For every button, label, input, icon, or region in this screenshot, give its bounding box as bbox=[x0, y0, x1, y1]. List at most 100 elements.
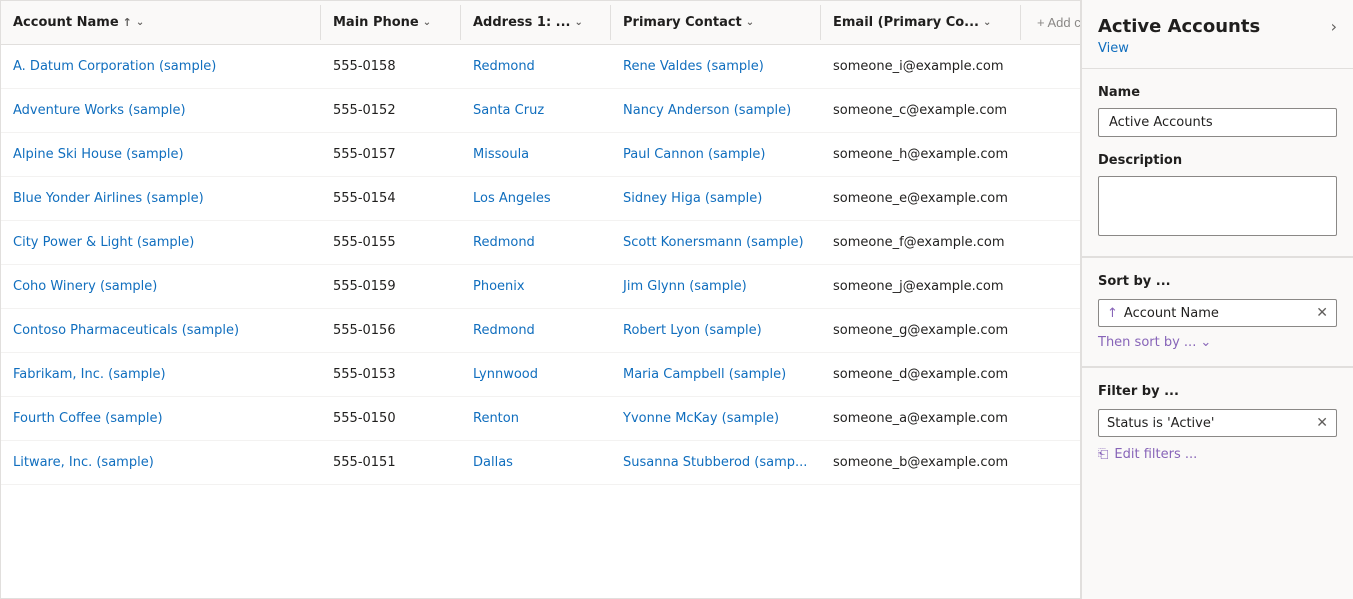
cell-email: someone_h@example.com bbox=[821, 137, 1021, 172]
col-dropdown-icon-primary-contact[interactable]: ⌄ bbox=[746, 17, 754, 28]
cell-primary-contact[interactable]: Maria Campbell (sample) bbox=[611, 357, 821, 392]
table-body: A. Datum Corporation (sample) 555-0158 R… bbox=[1, 45, 1080, 598]
add-column-button[interactable]: + Add column bbox=[1021, 5, 1081, 40]
col-label-account-name: Account Name bbox=[13, 15, 119, 30]
col-header-email[interactable]: Email (Primary Co... ⌄ bbox=[821, 5, 1021, 40]
cell-account-name[interactable]: Fabrikam, Inc. (sample) bbox=[1, 357, 321, 392]
edit-filters-button[interactable]: ⎗ Edit filters ... bbox=[1098, 447, 1197, 462]
table-row: Fabrikam, Inc. (sample) 555-0153 Lynnwoo… bbox=[1, 353, 1080, 397]
cell-main-phone: 555-0159 bbox=[321, 269, 461, 304]
cell-email: someone_e@example.com bbox=[821, 181, 1021, 216]
cell-address[interactable]: Missoula bbox=[461, 137, 611, 172]
panel-description-label: Description bbox=[1098, 153, 1337, 168]
table-row: A. Datum Corporation (sample) 555-0158 R… bbox=[1, 45, 1080, 89]
cell-primary-contact[interactable]: Rene Valdes (sample) bbox=[611, 49, 821, 84]
cell-account-name[interactable]: Litware, Inc. (sample) bbox=[1, 445, 321, 480]
cell-main-phone: 555-0153 bbox=[321, 357, 461, 392]
cell-account-name[interactable]: Blue Yonder Airlines (sample) bbox=[1, 181, 321, 216]
then-sort-label: Then sort by ... bbox=[1098, 335, 1196, 350]
filter-tag-close-button[interactable]: ✕ bbox=[1316, 415, 1328, 431]
cell-email: someone_b@example.com bbox=[821, 445, 1021, 480]
panel-chevron-icon[interactable]: › bbox=[1331, 17, 1337, 36]
cell-email: someone_c@example.com bbox=[821, 93, 1021, 128]
cell-address[interactable]: Redmond bbox=[461, 49, 611, 84]
table-row: Blue Yonder Airlines (sample) 555-0154 L… bbox=[1, 177, 1080, 221]
filter-section: Filter by ... Status is 'Active' ✕ ⎗ Edi… bbox=[1082, 367, 1353, 478]
panel-name-section: Name bbox=[1082, 69, 1353, 153]
funnel-icon: ⎗ bbox=[1098, 447, 1108, 462]
sort-asc-icon: ↑ bbox=[123, 16, 132, 29]
cell-primary-contact[interactable]: Paul Cannon (sample) bbox=[611, 137, 821, 172]
cell-main-phone: 555-0152 bbox=[321, 93, 461, 128]
cell-primary-contact[interactable]: Scott Konersmann (sample) bbox=[611, 225, 821, 260]
edit-filters-label: Edit filters ... bbox=[1114, 447, 1197, 462]
cell-account-name[interactable]: A. Datum Corporation (sample) bbox=[1, 49, 321, 84]
cell-account-name[interactable]: Contoso Pharmaceuticals (sample) bbox=[1, 313, 321, 348]
col-dropdown-icon-main-phone[interactable]: ⌄ bbox=[423, 17, 431, 28]
panel-name-input[interactable] bbox=[1098, 108, 1337, 137]
table-header: Account Name ↑ ⌄ Main Phone ⌄ Address 1:… bbox=[1, 1, 1080, 45]
cell-account-name[interactable]: Fourth Coffee (sample) bbox=[1, 401, 321, 436]
cell-primary-contact[interactable]: Sidney Higa (sample) bbox=[611, 181, 821, 216]
cell-main-phone: 555-0157 bbox=[321, 137, 461, 172]
cell-account-name[interactable]: City Power & Light (sample) bbox=[1, 225, 321, 260]
col-header-account-name[interactable]: Account Name ↑ ⌄ bbox=[1, 5, 321, 40]
cell-address[interactable]: Lynnwood bbox=[461, 357, 611, 392]
right-panel: Active Accounts › View Name Description … bbox=[1081, 0, 1353, 599]
cell-main-phone: 555-0151 bbox=[321, 445, 461, 480]
panel-description-textarea[interactable] bbox=[1098, 176, 1337, 236]
cell-main-phone: 555-0158 bbox=[321, 49, 461, 84]
cell-primary-contact[interactable]: Yvonne McKay (sample) bbox=[611, 401, 821, 436]
cell-account-name[interactable]: Alpine Ski House (sample) bbox=[1, 137, 321, 172]
sort-tag[interactable]: ↑ Account Name ✕ bbox=[1098, 299, 1337, 327]
table-row: City Power & Light (sample) 555-0155 Red… bbox=[1, 221, 1080, 265]
col-dropdown-icon-email[interactable]: ⌄ bbox=[983, 17, 991, 28]
cell-email: someone_d@example.com bbox=[821, 357, 1021, 392]
table-row: Adventure Works (sample) 555-0152 Santa … bbox=[1, 89, 1080, 133]
sort-section: Sort by ... ↑ Account Name ✕ Then sort b… bbox=[1082, 257, 1353, 366]
panel-view-link[interactable]: View bbox=[1082, 41, 1353, 68]
sort-asc-tag-icon: ↑ bbox=[1107, 306, 1118, 321]
cell-address[interactable]: Phoenix bbox=[461, 269, 611, 304]
col-label-address: Address 1: ... bbox=[473, 15, 571, 30]
col-dropdown-icon-account-name[interactable]: ⌄ bbox=[136, 17, 144, 28]
sort-tag-close-button[interactable]: ✕ bbox=[1316, 305, 1328, 321]
sort-section-label: Sort by ... bbox=[1098, 274, 1337, 289]
panel-name-label: Name bbox=[1098, 85, 1337, 100]
cell-main-phone: 555-0155 bbox=[321, 225, 461, 260]
then-sort-button[interactable]: Then sort by ... ⌄ bbox=[1098, 335, 1211, 350]
cell-account-name[interactable]: Coho Winery (sample) bbox=[1, 269, 321, 304]
table-row: Alpine Ski House (sample) 555-0157 Misso… bbox=[1, 133, 1080, 177]
panel-description-section: Description bbox=[1082, 153, 1353, 256]
cell-address[interactable]: Renton bbox=[461, 401, 611, 436]
cell-email: someone_a@example.com bbox=[821, 401, 1021, 436]
cell-email: someone_j@example.com bbox=[821, 269, 1021, 304]
col-header-address[interactable]: Address 1: ... ⌄ bbox=[461, 5, 611, 40]
cell-address[interactable]: Santa Cruz bbox=[461, 93, 611, 128]
cell-main-phone: 555-0156 bbox=[321, 313, 461, 348]
cell-email: someone_f@example.com bbox=[821, 225, 1021, 260]
sort-field-label: Account Name bbox=[1124, 306, 1310, 321]
cell-primary-contact[interactable]: Susanna Stubberod (samp... bbox=[611, 445, 821, 480]
cell-address[interactable]: Redmond bbox=[461, 225, 611, 260]
cell-email: someone_g@example.com bbox=[821, 313, 1021, 348]
cell-primary-contact[interactable]: Nancy Anderson (sample) bbox=[611, 93, 821, 128]
cell-main-phone: 555-0154 bbox=[321, 181, 461, 216]
table-row: Litware, Inc. (sample) 555-0151 Dallas S… bbox=[1, 441, 1080, 485]
table-row: Contoso Pharmaceuticals (sample) 555-015… bbox=[1, 309, 1080, 353]
cell-account-name[interactable]: Adventure Works (sample) bbox=[1, 93, 321, 128]
main-table-area: Account Name ↑ ⌄ Main Phone ⌄ Address 1:… bbox=[0, 0, 1081, 599]
cell-address[interactable]: Los Angeles bbox=[461, 181, 611, 216]
cell-primary-contact[interactable]: Robert Lyon (sample) bbox=[611, 313, 821, 348]
panel-title: Active Accounts bbox=[1098, 16, 1260, 37]
col-dropdown-icon-address[interactable]: ⌄ bbox=[575, 17, 583, 28]
filter-tag[interactable]: Status is 'Active' ✕ bbox=[1098, 409, 1337, 437]
panel-header: Active Accounts › bbox=[1082, 0, 1353, 41]
cell-primary-contact[interactable]: Jim Glynn (sample) bbox=[611, 269, 821, 304]
cell-address[interactable]: Dallas bbox=[461, 445, 611, 480]
col-label-email: Email (Primary Co... bbox=[833, 15, 979, 30]
col-label-main-phone: Main Phone bbox=[333, 15, 419, 30]
col-header-main-phone[interactable]: Main Phone ⌄ bbox=[321, 5, 461, 40]
col-header-primary-contact[interactable]: Primary Contact ⌄ bbox=[611, 5, 821, 40]
cell-address[interactable]: Redmond bbox=[461, 313, 611, 348]
